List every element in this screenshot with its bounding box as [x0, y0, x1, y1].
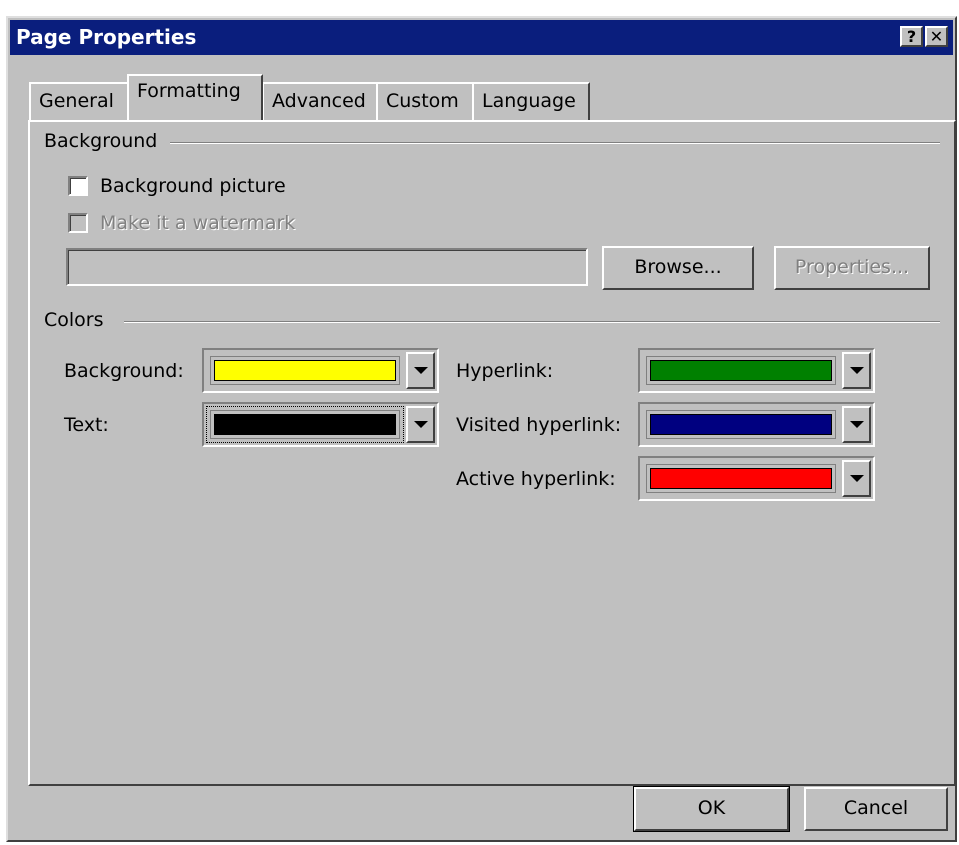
- browse-label: Browse...: [634, 256, 722, 278]
- chevron-down-icon: [850, 475, 864, 482]
- hyperlink-color-swatch: [650, 360, 832, 381]
- formatting-panel: Background Background picture Make it a …: [28, 120, 956, 786]
- text-color-label: Text:: [64, 414, 109, 436]
- colors-group-title: Colors: [44, 309, 112, 331]
- chevron-down-icon: [414, 367, 428, 374]
- window-title: Page Properties: [16, 25, 197, 49]
- background-picture-path-field: [66, 248, 588, 286]
- swatch-frame: [210, 356, 400, 385]
- tab-label: Language: [482, 90, 576, 112]
- colors-group-divider: [124, 321, 940, 323]
- close-icon: ✕: [929, 27, 944, 46]
- dropdown-button[interactable]: [842, 406, 871, 443]
- swatch-frame: [646, 464, 836, 493]
- dropdown-button[interactable]: [406, 406, 435, 443]
- visited-hyperlink-color-label: Visited hyperlink:: [456, 414, 622, 436]
- active-hyperlink-color-label: Active hyperlink:: [456, 468, 616, 490]
- tab-label: Custom: [386, 90, 459, 112]
- chevron-down-icon: [850, 367, 864, 374]
- active-hyperlink-color-dropdown[interactable]: [638, 456, 875, 501]
- chevron-down-icon: [414, 421, 428, 428]
- swatch-frame: [210, 410, 400, 439]
- dropdown-button[interactable]: [842, 460, 871, 497]
- background-color-label: Background:: [64, 360, 184, 382]
- swatch-frame: [646, 356, 836, 385]
- chevron-down-icon: [850, 421, 864, 428]
- text-color-swatch: [214, 414, 396, 435]
- background-group-title: Background: [44, 130, 166, 152]
- background-group-divider: [170, 142, 940, 144]
- tab-advanced[interactable]: Advanced: [262, 82, 378, 120]
- dropdown-button[interactable]: [406, 352, 435, 389]
- help-icon: ?: [906, 27, 917, 46]
- tab-general[interactable]: General: [29, 82, 129, 120]
- properties-button: Properties...: [774, 246, 930, 290]
- visited-hyperlink-color-dropdown[interactable]: [638, 402, 875, 447]
- cancel-button[interactable]: Cancel: [804, 787, 948, 831]
- background-picture-checkbox[interactable]: [68, 176, 88, 196]
- visited-hyperlink-color-swatch: [650, 414, 832, 435]
- background-color-swatch: [214, 360, 396, 381]
- browse-button[interactable]: Browse...: [602, 246, 754, 290]
- title-bar[interactable]: Page Properties ? ✕: [10, 20, 953, 55]
- active-hyperlink-color-swatch: [650, 468, 832, 489]
- tab-language[interactable]: Language: [472, 82, 590, 120]
- ok-label: OK: [697, 797, 726, 819]
- tab-formatting[interactable]: Formatting: [127, 74, 263, 120]
- tab-label: Advanced: [272, 90, 366, 112]
- tab-custom[interactable]: Custom: [376, 82, 474, 120]
- background-color-dropdown[interactable]: [202, 348, 439, 393]
- properties-label: Properties...: [794, 256, 910, 278]
- cancel-label: Cancel: [843, 797, 909, 819]
- ok-button[interactable]: OK: [633, 786, 790, 832]
- help-button[interactable]: ?: [900, 26, 923, 47]
- hyperlink-color-dropdown[interactable]: [638, 348, 875, 393]
- background-picture-label[interactable]: Background picture: [100, 175, 286, 197]
- dropdown-button[interactable]: [842, 352, 871, 389]
- tab-label: General: [39, 90, 114, 112]
- text-color-dropdown[interactable]: [202, 402, 439, 447]
- tab-label: Formatting: [137, 80, 241, 102]
- close-button[interactable]: ✕: [925, 26, 948, 47]
- page-properties-dialog: Page Properties ? ✕ General Formatting A…: [6, 16, 957, 842]
- watermark-label: Make it a watermark: [100, 212, 296, 234]
- hyperlink-color-label: Hyperlink:: [456, 360, 554, 382]
- swatch-frame: [646, 410, 836, 439]
- watermark-checkbox: [68, 213, 88, 233]
